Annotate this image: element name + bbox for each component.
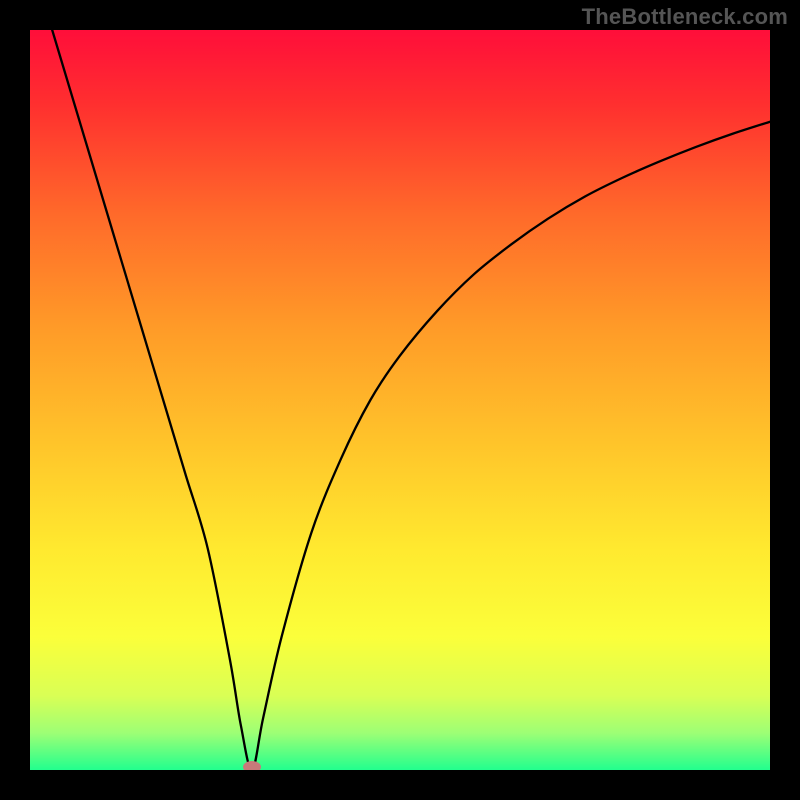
plot-area	[30, 30, 770, 770]
watermark-text: TheBottleneck.com	[582, 4, 788, 30]
gradient-background	[30, 30, 770, 770]
chart-frame: TheBottleneck.com	[0, 0, 800, 800]
plot-svg	[30, 30, 770, 770]
